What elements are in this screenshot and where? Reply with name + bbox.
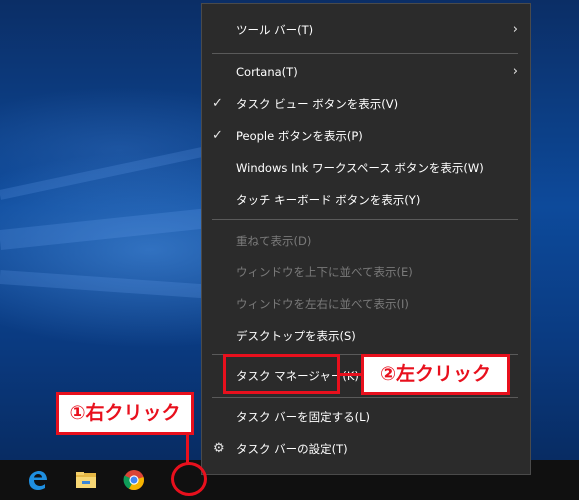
left-click-callout: ②左クリック [361,354,510,395]
menu-item-show-desktop[interactable]: デスクトップを表示(S) [202,321,530,351]
menu-separator [212,219,518,220]
file-explorer-icon[interactable] [74,468,98,492]
menu-item-label: ウィンドウを上下に並べて表示(E) [236,265,413,279]
chevron-right-icon: › [512,22,518,37]
chevron-right-icon: › [512,64,518,79]
menu-item-toolbars[interactable]: ツール バー(T) › [202,15,530,45]
menu-item-label: People ボタンを表示(P) [236,129,363,143]
menu-item-side-by-side: ウィンドウを左右に並べて表示(I) [202,289,530,319]
gear-icon: ⚙ [213,441,225,456]
callout-connector [186,433,189,463]
callout-connector [340,373,362,376]
menu-item-label: ツール バー(T) [236,23,314,37]
menu-item-cascade: 重ねて表示(D) [202,226,530,256]
menu-item-label: Windows Ink ワークスペース ボタンを表示(W) [236,161,484,175]
edge-icon[interactable] [25,468,49,492]
menu-item-label: タスク バーの設定(T) [236,442,348,456]
menu-item-label: 重ねて表示(D) [236,234,312,248]
menu-separator [212,397,518,398]
menu-item-label: ウィンドウを左右に並べて表示(I) [236,297,409,311]
checkmark-icon: ✓ [212,96,223,111]
menu-item-show-task-view-button[interactable]: ✓ タスク ビュー ボタンを表示(V) [202,89,530,119]
taskbar-context-menu: ツール バー(T) › Cortana(T) › ✓ タスク ビュー ボタンを表… [201,3,531,475]
menu-separator [212,53,518,54]
menu-item-show-windows-ink-button[interactable]: Windows Ink ワークスペース ボタンを表示(W) [202,153,530,183]
menu-item-show-people-button[interactable]: ✓ People ボタンを表示(P) [202,121,530,151]
menu-item-taskbar-settings[interactable]: ⚙ タスク バーの設定(T) [202,434,530,464]
right-click-callout: ①右クリック [56,392,194,435]
right-click-target-circle [171,462,207,496]
menu-item-label: デスクトップを表示(S) [236,329,356,343]
menu-item-label: Cortana(T) [236,65,298,79]
menu-item-cortana[interactable]: Cortana(T) › [202,57,530,87]
menu-item-label: タスク バーを固定する(L) [236,410,371,424]
menu-item-stack-windows: ウィンドウを上下に並べて表示(E) [202,257,530,287]
checkmark-icon: ✓ [212,128,223,143]
menu-item-lock-taskbar[interactable]: タスク バーを固定する(L) [202,402,530,432]
menu-item-label: タッチ キーボード ボタンを表示(Y) [236,193,421,207]
menu-item-label: タスク ビュー ボタンを表示(V) [236,97,399,111]
task-manager-highlight [223,354,340,394]
chrome-icon[interactable] [122,468,146,492]
menu-item-show-touch-keyboard-button[interactable]: タッチ キーボード ボタンを表示(Y) [202,185,530,215]
